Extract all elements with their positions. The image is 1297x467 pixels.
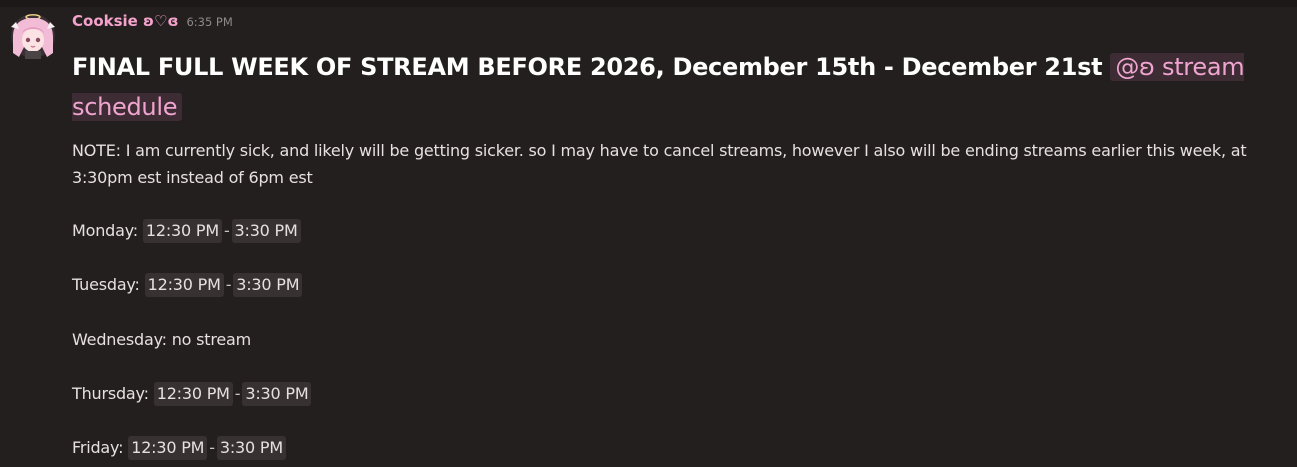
time-separator: - — [223, 221, 230, 240]
schedule-day: Wednesday: no stream — [72, 330, 252, 349]
schedule-day: Tuesday: — [72, 275, 140, 294]
start-time-chip[interactable]: 12:30 PM — [142, 219, 222, 243]
message-timestamp[interactable]: 6:35 PM — [186, 15, 232, 29]
schedule-line-monday: Monday: 12:30 PM -3:30 PM — [72, 218, 301, 244]
heading-text: FINAL FULL WEEK OF STREAM BEFORE 2026, D… — [72, 53, 1103, 81]
end-time-chip[interactable]: 3:30 PM — [233, 273, 303, 297]
time-separator: - — [209, 438, 215, 457]
end-time-chip[interactable]: 3:30 PM — [216, 436, 286, 460]
schedule-day: Friday: — [72, 438, 124, 457]
schedule-line-wednesday: Wednesday: no stream — [72, 327, 251, 353]
start-time-chip[interactable]: 12:30 PM — [153, 382, 233, 406]
start-time-chip[interactable]: 12:30 PM — [144, 273, 224, 297]
schedule-day: Monday: — [72, 221, 138, 240]
message-heading: FINAL FULL WEEK OF STREAM BEFORE 2026, D… — [72, 47, 1282, 127]
start-time-chip[interactable]: 12:30 PM — [128, 436, 208, 460]
top-divider — [0, 0, 1297, 7]
schedule-day: Thursday: — [72, 384, 149, 403]
end-time-chip[interactable]: 3:30 PM — [231, 219, 301, 243]
message-note: NOTE: I am currently sick, and likely wi… — [72, 141, 1247, 187]
message-header: Cooksie ʚ♡ɞ 6:35 PM — [72, 12, 233, 34]
author-name[interactable]: Cooksie ʚ♡ɞ — [72, 12, 178, 30]
schedule-line-thursday: Thursday: 12:30 PM -3:30 PM — [72, 381, 312, 407]
anime-girl-avatar-icon — [11, 14, 55, 59]
time-separator: - — [225, 275, 232, 294]
schedule-line-friday: Friday: 12:30 PM -3:30 PM — [72, 435, 286, 461]
time-separator: - — [234, 384, 241, 403]
schedule-line-tuesday: Tuesday: 12:30 PM -3:30 PM — [72, 272, 303, 298]
user-avatar[interactable] — [10, 13, 55, 59]
end-time-chip[interactable]: 3:30 PM — [242, 382, 312, 406]
chat-message: Cooksie ʚ♡ɞ 6:35 PM FINAL FULL WEEK OF S… — [0, 7, 1297, 467]
